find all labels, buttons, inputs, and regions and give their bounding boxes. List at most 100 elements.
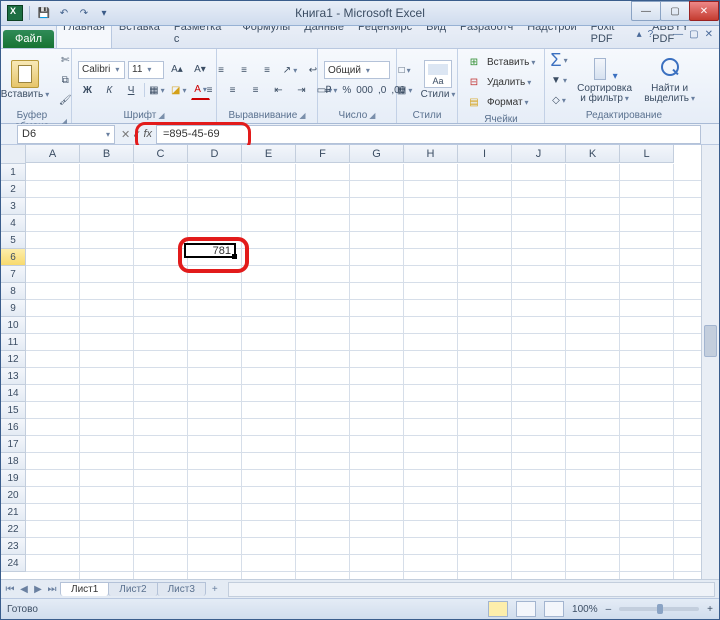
cell-styles-button[interactable]: Стили (417, 60, 460, 101)
horizontal-scrollbar[interactable] (228, 582, 715, 597)
new-sheet-button[interactable]: + (206, 584, 224, 595)
column-header[interactable]: E (242, 145, 296, 163)
sheet-tab[interactable]: Лист1 (60, 582, 109, 596)
row-header[interactable]: 15 (1, 402, 26, 419)
column-header[interactable]: A (26, 145, 80, 163)
cancel-formula-icon[interactable]: ✕ (121, 128, 130, 141)
row-header[interactable]: 8 (1, 283, 26, 300)
qat-customize[interactable]: ▾ (96, 5, 112, 21)
row-header[interactable]: 6 (1, 249, 26, 266)
decrease-font-button[interactable]: A▾ (190, 61, 210, 79)
tab-file[interactable]: Файл (3, 30, 54, 48)
row-header[interactable]: 9 (1, 300, 26, 317)
view-normal-button[interactable] (488, 601, 508, 617)
fill-button[interactable]: ▼ (549, 71, 569, 89)
qat-redo[interactable]: ↷ (76, 5, 92, 21)
number-format-select[interactable]: Общий (324, 61, 390, 79)
zoom-slider[interactable] (619, 607, 699, 611)
align-middle-button[interactable]: ≡ (234, 61, 254, 79)
ribbon-minimize-icon[interactable]: ▴ (637, 29, 642, 40)
column-header[interactable]: I (458, 145, 512, 163)
fill-handle[interactable] (232, 254, 237, 259)
align-center-button[interactable]: ≡ (223, 81, 243, 99)
underline-button[interactable]: Ч (122, 81, 141, 99)
insert-cells-button[interactable]: ⊞Вставить (464, 53, 538, 71)
help-icon[interactable]: ? (648, 29, 654, 40)
vertical-scrollbar[interactable] (701, 145, 719, 579)
column-header[interactable]: F (296, 145, 350, 163)
row-header[interactable]: 12 (1, 351, 26, 368)
row-header[interactable]: 18 (1, 453, 26, 470)
doc-close[interactable]: ✕ (705, 29, 713, 40)
accept-formula-icon[interactable]: ✓ (132, 128, 141, 141)
increase-decimal-button[interactable]: ,0 (377, 81, 387, 99)
name-box[interactable]: D6▾ (17, 125, 115, 144)
window-minimize[interactable]: — (631, 1, 661, 21)
select-all-corner[interactable] (1, 145, 26, 164)
zoom-out-button[interactable]: – (606, 604, 612, 615)
doc-minimize[interactable]: — (673, 29, 683, 40)
row-header[interactable]: 22 (1, 521, 26, 538)
align-dialog-launcher[interactable]: ◢ (299, 111, 305, 120)
align-left-button[interactable]: ≡ (200, 81, 220, 99)
sort-filter-button[interactable]: Сортировка и фильтр (571, 56, 638, 105)
paste-button[interactable]: Вставить (0, 60, 53, 101)
clear-button[interactable]: ◇ (549, 91, 569, 109)
sheet-tab[interactable]: Лист3 (157, 582, 206, 596)
currency-button[interactable]: ₽ (324, 81, 338, 99)
column-header[interactable]: K (566, 145, 620, 163)
increase-indent-button[interactable]: ⇥ (292, 81, 312, 99)
row-header[interactable]: 5 (1, 232, 26, 249)
font-name-select[interactable]: Calibri (78, 61, 125, 79)
zoom-label[interactable]: 100% (572, 604, 598, 615)
row-header[interactable]: 21 (1, 504, 26, 521)
qat-undo[interactable]: ↶ (56, 5, 72, 21)
format-cells-button[interactable]: ▤Формат (464, 93, 538, 111)
fx-icon[interactable]: fx (143, 128, 152, 140)
sheet-nav-button[interactable]: ⏮ (3, 584, 17, 595)
percent-button[interactable]: % (341, 81, 352, 99)
row-header[interactable]: 2 (1, 181, 26, 198)
sheet-tab[interactable]: Лист2 (108, 582, 157, 596)
row-header[interactable]: 17 (1, 436, 26, 453)
format-as-table-button[interactable]: ▦ (395, 81, 415, 99)
row-header[interactable]: 24 (1, 555, 26, 572)
row-header[interactable]: 3 (1, 198, 26, 215)
increase-font-button[interactable]: A▴ (167, 61, 187, 79)
row-header[interactable]: 10 (1, 317, 26, 334)
comma-button[interactable]: 000 (355, 81, 374, 99)
conditional-formatting-button[interactable]: □ (395, 61, 415, 79)
column-header[interactable]: C (134, 145, 188, 163)
row-header[interactable]: 14 (1, 385, 26, 402)
row-header[interactable]: 13 (1, 368, 26, 385)
qat-save[interactable]: 💾 (36, 5, 52, 21)
column-header[interactable]: J (512, 145, 566, 163)
row-header[interactable]: 11 (1, 334, 26, 351)
row-header[interactable]: 1 (1, 164, 26, 181)
number-dialog-launcher[interactable]: ◢ (369, 111, 375, 120)
delete-cells-button[interactable]: ⊟Удалить (464, 73, 538, 91)
sheet-nav-button[interactable]: ▶ (31, 584, 45, 595)
font-dialog-launcher[interactable]: ◢ (158, 111, 164, 120)
column-header[interactable]: D (188, 145, 242, 163)
row-header[interactable]: 7 (1, 266, 26, 283)
align-bottom-button[interactable]: ≡ (257, 61, 277, 79)
row-header[interactable]: 16 (1, 419, 26, 436)
column-header[interactable]: L (620, 145, 674, 163)
sheet-nav-button[interactable]: ◀ (17, 584, 31, 595)
active-cell[interactable]: 781 (184, 243, 236, 258)
align-right-button[interactable]: ≡ (246, 81, 266, 99)
decrease-indent-button[interactable]: ⇤ (269, 81, 289, 99)
column-header[interactable]: G (350, 145, 404, 163)
zoom-in-button[interactable]: + (707, 604, 713, 615)
sheet-nav-button[interactable]: ⏭ (45, 584, 59, 595)
autosum-button[interactable]: Σ (549, 51, 569, 69)
border-button[interactable]: ▦ (147, 81, 166, 99)
bold-button[interactable]: Ж (78, 81, 97, 99)
find-select-button[interactable]: Найти и выделить (640, 56, 699, 105)
orientation-button[interactable]: ↗ (280, 61, 300, 79)
italic-button[interactable]: К (100, 81, 119, 99)
row-header[interactable]: 19 (1, 470, 26, 487)
view-page-break-button[interactable] (544, 601, 564, 617)
column-header[interactable]: H (404, 145, 458, 163)
